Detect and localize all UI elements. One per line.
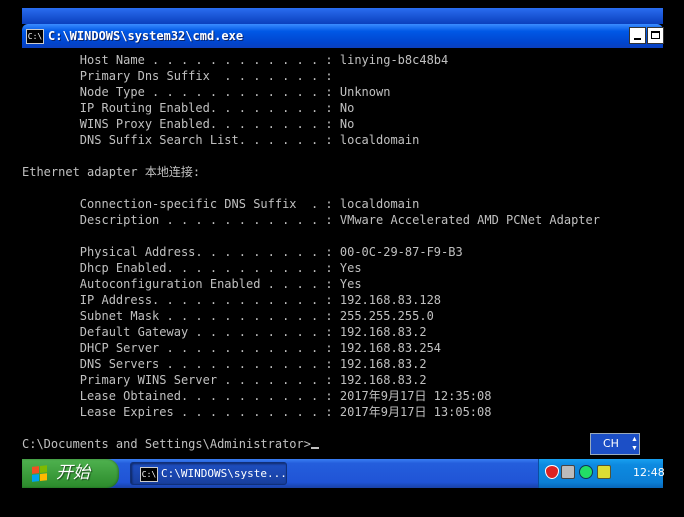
start-button[interactable]: 开始	[22, 459, 119, 488]
console-line: WINS Proxy Enabled. . . . . . . . : No	[22, 117, 355, 131]
tray-clock[interactable]: 12:48	[633, 466, 665, 480]
console-line: DHCP Server . . . . . . . . . . . : 192.…	[22, 341, 442, 355]
console-line: Subnet Mask . . . . . . . . . . . : 255.…	[22, 309, 434, 323]
window-titlebar[interactable]: C:\ C:\WINDOWS\system32\cmd.exe	[22, 24, 664, 48]
desktop-frame: C:\ C:\WINDOWS\system32\cmd.exe Host Nam…	[0, 0, 684, 517]
text-cursor	[310, 447, 319, 449]
console-line: DNS Servers . . . . . . . . . . . : 192.…	[22, 357, 427, 371]
console-line: Ethernet adapter 本地连接:	[22, 165, 201, 179]
console-line: Lease Obtained. . . . . . . . . . : 2017…	[22, 389, 492, 403]
console-output[interactable]: Host Name . . . . . . . . . . . . : liny…	[22, 48, 663, 458]
maximize-button[interactable]	[647, 27, 664, 44]
window-title: C:\WINDOWS\system32\cmd.exe	[48, 29, 244, 43]
vmware-tools-icon[interactable]	[561, 465, 575, 479]
security-shield-icon[interactable]	[545, 465, 559, 479]
console-line: Connection-specific DNS Suffix . : local…	[22, 197, 420, 211]
console-line: IP Routing Enabled. . . . . . . . : No	[22, 101, 355, 115]
console-line: Host Name . . . . . . . . . . . . : liny…	[22, 53, 449, 67]
window-top-strip	[22, 8, 663, 24]
taskbar-item-cmd[interactable]: C:\ C:\WINDOWS\syste...	[130, 462, 287, 485]
volume-icon[interactable]	[597, 465, 611, 479]
console-line: Primary WINS Server . . . . . . . : 192.…	[22, 373, 427, 387]
console-line: IP Address. . . . . . . . . . . . : 192.…	[22, 293, 442, 307]
system-tray: 12:48	[538, 459, 665, 488]
ime-up-arrow-icon[interactable]: ▲	[631, 436, 638, 444]
taskbar-item-label: C:\WINDOWS\syste...	[161, 467, 287, 480]
console-line: Autoconfiguration Enabled . . . . : Yes	[22, 277, 362, 291]
minimize-button[interactable]	[629, 27, 646, 44]
cmd-icon[interactable]: C:\	[26, 29, 44, 44]
cmd-icon: C:\	[140, 467, 158, 482]
console-line: Primary Dns Suffix . . . . . . . :	[22, 69, 333, 83]
console-line: DNS Suffix Search List. . . . . . : loca…	[22, 133, 420, 147]
console-line: Description . . . . . . . . . . . : VMwa…	[22, 213, 600, 227]
console-line: Dhcp Enabled. . . . . . . . . . . : Yes	[22, 261, 362, 275]
taskbar: 开始 C:\ C:\WINDOWS\syste... 12:48	[22, 459, 665, 488]
ime-language-bar[interactable]: CH ▲ ▼	[590, 433, 640, 455]
windows-flag-icon	[32, 465, 48, 483]
start-label: 开始	[56, 463, 90, 483]
console-line: Node Type . . . . . . . . . . . . : Unkn…	[22, 85, 391, 99]
console-line: Physical Address. . . . . . . . . : 00-0…	[22, 245, 463, 259]
console-prompt-line[interactable]: C:\Documents and Settings\Administrator>	[22, 436, 319, 452]
console-prompt: C:\Documents and Settings\Administrator>	[22, 437, 311, 451]
network-icon[interactable]	[579, 465, 593, 479]
console-line: Lease Expires . . . . . . . . . . : 2017…	[22, 405, 492, 419]
ime-down-arrow-icon[interactable]: ▼	[631, 445, 638, 453]
ime-label: CH	[603, 437, 619, 450]
console-line: Default Gateway . . . . . . . . . : 192.…	[22, 325, 427, 339]
